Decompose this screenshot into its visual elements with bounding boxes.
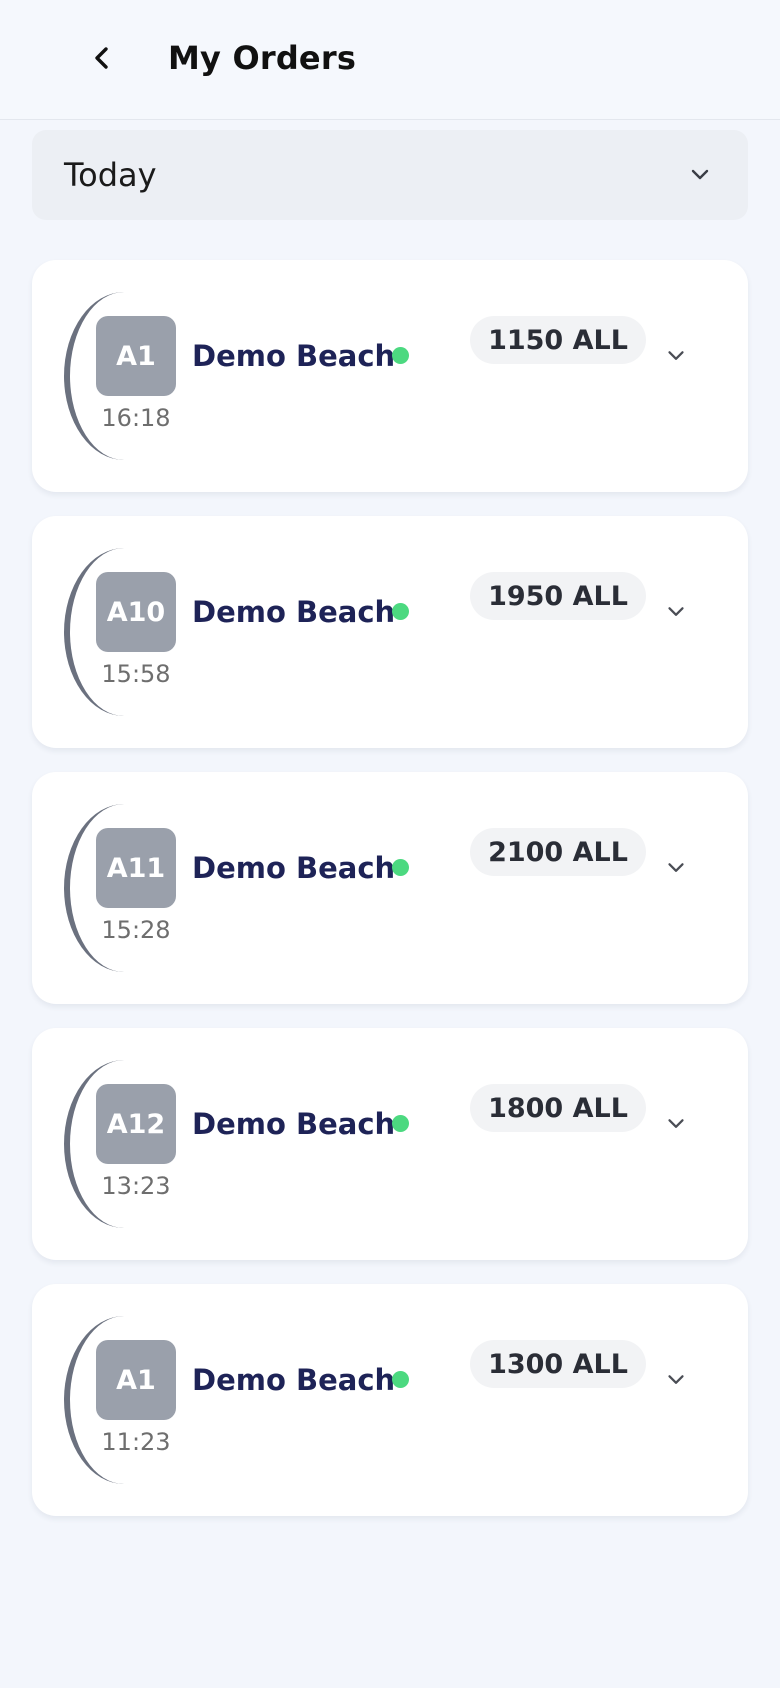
status-dot-icon <box>392 603 409 620</box>
order-time: 13:23 <box>101 1172 171 1200</box>
chevron-down-icon <box>668 1375 684 1384</box>
page-title: My Orders <box>168 39 357 77</box>
chevron-down-icon <box>691 169 709 180</box>
order-card[interactable]: A10 15:58 Demo Beach 1950 ALL <box>32 516 748 748</box>
order-time: 16:18 <box>101 404 171 432</box>
venue-name: Demo Beach <box>192 1363 396 1397</box>
back-button[interactable] <box>80 36 124 80</box>
venue-name: Demo Beach <box>192 851 396 885</box>
order-amount: 1150 ALL <box>470 316 646 364</box>
order-amount: 1300 ALL <box>470 1340 646 1388</box>
date-filter-select[interactable]: Today <box>32 130 748 220</box>
order-card[interactable]: A1 16:18 Demo Beach 1150 ALL <box>32 260 748 492</box>
order-time: 15:58 <box>101 660 171 688</box>
app-header: My Orders <box>0 0 780 120</box>
chevron-down-icon <box>668 1119 684 1128</box>
date-filter-value: Today <box>64 156 157 194</box>
order-amount: 2100 ALL <box>470 828 646 876</box>
order-card[interactable]: A1 11:23 Demo Beach 1300 ALL <box>32 1284 748 1516</box>
venue-name: Demo Beach <box>192 339 396 373</box>
status-dot-icon <box>392 859 409 876</box>
table-badge: A10 <box>96 572 176 652</box>
table-badge: A1 <box>96 316 176 396</box>
expand-button[interactable] <box>662 598 690 626</box>
order-amount: 1800 ALL <box>470 1084 646 1132</box>
chevron-down-icon <box>668 351 684 360</box>
expand-button[interactable] <box>662 1110 690 1138</box>
order-time: 15:28 <box>101 916 171 944</box>
status-dot-icon <box>392 1115 409 1132</box>
table-badge: A1 <box>96 1340 176 1420</box>
order-amount: 1950 ALL <box>470 572 646 620</box>
chevron-left-icon <box>95 47 108 69</box>
table-badge: A11 <box>96 828 176 908</box>
venue-name: Demo Beach <box>192 595 396 629</box>
status-dot-icon <box>392 347 409 364</box>
order-time: 11:23 <box>101 1428 171 1456</box>
status-dot-icon <box>392 1371 409 1388</box>
expand-button[interactable] <box>662 342 690 370</box>
venue-name: Demo Beach <box>192 1107 396 1141</box>
chevron-down-icon <box>668 607 684 616</box>
order-card[interactable]: A12 13:23 Demo Beach 1800 ALL <box>32 1028 748 1260</box>
expand-button[interactable] <box>662 1366 690 1394</box>
orders-list: A1 16:18 Demo Beach 1150 ALL A10 15:58 D… <box>32 260 748 1540</box>
table-badge: A12 <box>96 1084 176 1164</box>
chevron-down-icon <box>668 863 684 872</box>
order-card[interactable]: A11 15:28 Demo Beach 2100 ALL <box>32 772 748 1004</box>
expand-button[interactable] <box>662 854 690 882</box>
